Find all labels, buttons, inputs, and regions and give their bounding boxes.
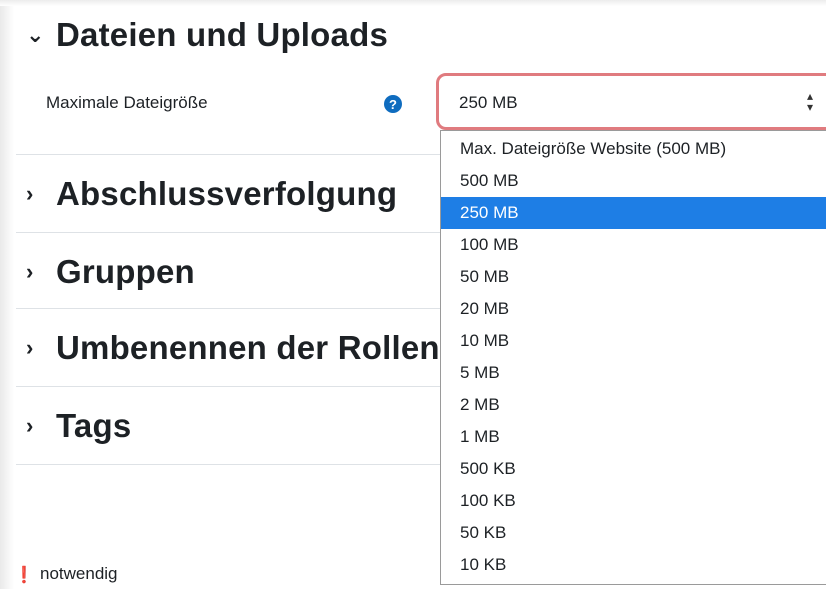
section-header-rename-roles[interactable]: › Umbenennen der Rollen [26, 329, 440, 367]
chevron-right-icon: › [26, 335, 34, 360]
section-header-tags[interactable]: › Tags [26, 407, 131, 445]
select-current-value: 250 MB [459, 93, 518, 112]
section-title: Abschlussverfolgung [56, 175, 398, 212]
dropdown-option[interactable]: 100 MB [441, 229, 826, 261]
dropdown-option-selected[interactable]: 250 MB [441, 197, 826, 229]
section-header-files-uploads[interactable]: ⌄ Dateien und Uploads [26, 16, 388, 54]
select-arrows-icon: ▴ ▾ [807, 89, 814, 114]
exclamation-circle-icon: ❗ [14, 567, 34, 584]
dropdown-option[interactable]: 100 KB [441, 485, 826, 517]
dropdown-option[interactable]: Max. Dateigröße Website (500 MB) [441, 133, 826, 165]
window-edge-shadow [0, 0, 14, 589]
section-title: Tags [56, 407, 132, 444]
chevron-right-icon: › [26, 259, 34, 284]
dropdown-option[interactable]: 1 MB [441, 421, 826, 453]
dropdown-option[interactable]: 10 MB [441, 325, 826, 357]
dropdown-option[interactable]: 50 MB [441, 261, 826, 293]
chevron-right-icon: › [26, 413, 34, 438]
chevron-down-icon: ⌄ [26, 22, 45, 47]
section-header-completion-tracking[interactable]: › Abschlussverfolgung [26, 175, 397, 213]
section-header-groups[interactable]: › Gruppen [26, 253, 195, 291]
dropdown-option[interactable]: 2 MB [441, 389, 826, 421]
max-file-size-select[interactable]: 250 MB ▴ ▾ [436, 73, 826, 130]
dropdown-option[interactable]: 5 MB [441, 357, 826, 389]
dropdown-option[interactable]: 500 MB [441, 165, 826, 197]
dropdown-option[interactable]: 500 KB [441, 453, 826, 485]
dropdown-option[interactable]: 20 MB [441, 293, 826, 325]
section-title: Gruppen [56, 253, 195, 290]
question-circle-icon[interactable]: ? [384, 95, 402, 113]
section-title: Umbenennen der Rollen [56, 329, 440, 366]
max-file-size-label: Maximale Dateigröße [46, 93, 208, 112]
dropdown-option[interactable]: 50 KB [441, 517, 826, 549]
dropdown-option[interactable]: 10 KB [441, 549, 826, 581]
chevron-right-icon: › [26, 181, 34, 206]
required-text: notwendig [40, 564, 118, 583]
section-title: Dateien und Uploads [56, 16, 388, 53]
required-legend: ❗ notwendig [14, 564, 118, 584]
file-size-dropdown-list[interactable]: Max. Dateigröße Website (500 MB) 500 MB … [440, 130, 826, 585]
